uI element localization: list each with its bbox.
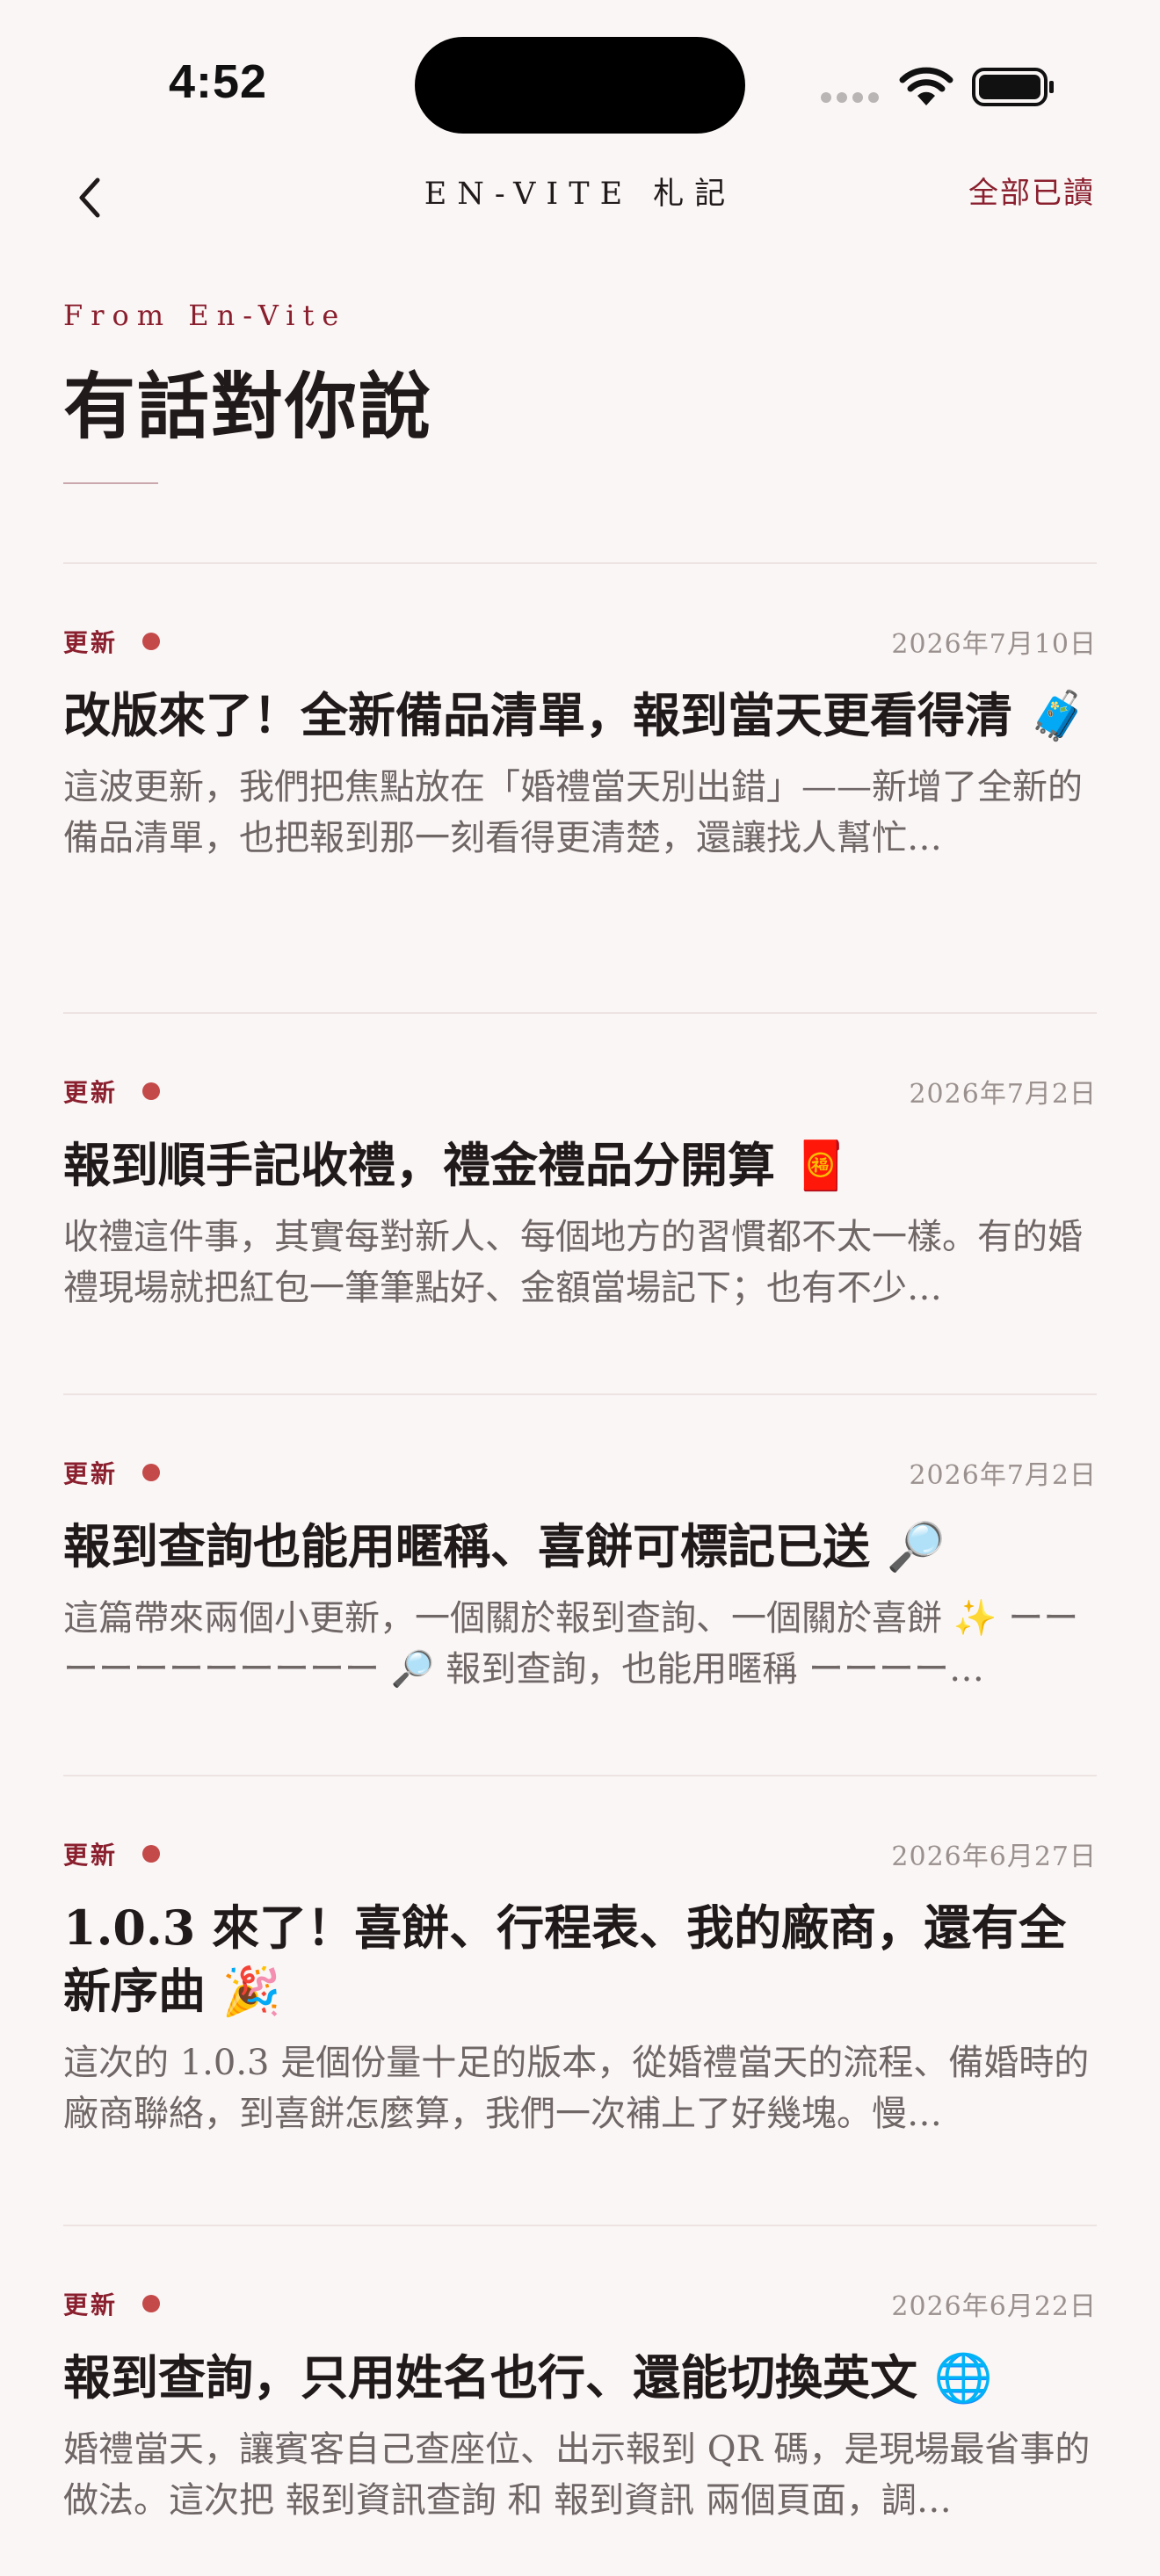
item-title: 報到順手記收禮，禮金禮品分開算 🧧	[63, 1133, 1097, 1198]
item-date: 2026年7月2日	[909, 1460, 1097, 1491]
unread-dot	[142, 1464, 161, 1481]
navigation-bar: EN-VITE 札記 全部已讀	[0, 158, 1160, 255]
category-tag: 更新	[63, 628, 119, 657]
item-date: 2026年7月10日	[891, 629, 1097, 660]
item-title: 報到查詢也能用暱稱、喜餅可標記已送 🔎	[63, 1515, 1097, 1579]
page-title: 有話對你說	[63, 365, 433, 449]
list-item[interactable]: 更新 2026年6月22日 報到查詢，只用姓名也行、還能切換英文 🌐 婚禮當天，…	[63, 2225, 1097, 2576]
item-date: 2026年6月22日	[891, 2291, 1097, 2322]
item-excerpt: 這次的 1.0.3 是個份量十足的版本，從婚禮當天的流程、備婚時的廠商聯絡，到喜…	[63, 2043, 1090, 2134]
item-title-text: 報到查詢也能用暱稱、喜餅可標記已送	[63, 1518, 870, 1574]
item-excerpt: 這篇帶來兩個小更新，一個關於報到查詢、一個關於喜餅 ✨ ーーーーーーーーーーー …	[63, 1598, 1079, 1690]
title-divider	[63, 482, 158, 484]
status-bar: 4:52	[0, 0, 1160, 158]
list-item[interactable]: 更新 2026年7月2日 報到順手記收禮，禮金禮品分開算 🧧 收禮這件事，其實每…	[63, 1012, 1097, 1393]
item-title: 報到查詢，只用姓名也行、還能切換英文 🌐	[63, 2346, 1097, 2410]
cellular-signal-icon	[821, 90, 884, 106]
category-tag: 更新	[63, 1459, 119, 1488]
item-date: 2026年6月27日	[891, 1842, 1097, 1872]
item-excerpt: 婚禮當天，讓賓客自己查座位、出示報到 QR 碼，是現場最省事的做法。這次把 報到…	[63, 2429, 1091, 2521]
magnifier-icon: 🔎	[886, 1519, 946, 1574]
item-excerpt: 這波更新，我們把焦點放在「婚禮當天別出錯」——新增了全新的備品清單，也把報到那一…	[63, 767, 1083, 858]
item-title-text: 報到查詢，只用姓名也行、還能切換英文	[63, 2349, 917, 2406]
unread-dot	[142, 1082, 161, 1100]
list-item[interactable]: 更新 2026年7月10日 改版來了！全新備品清單，報到當天更看得清 🧳 這波更…	[63, 562, 1097, 1012]
list-item[interactable]: 更新 2026年6月27日 1.0.3 來了！喜餅、行程表、我的廠商，還有全新序…	[63, 1775, 1097, 2225]
category-tag: 更新	[63, 1841, 119, 1870]
item-title-text: 改版來了！全新備品清單，報到當天更看得清	[63, 687, 1012, 743]
red-envelope-icon: 🧧	[791, 1138, 852, 1193]
globe-icon: 🌐	[933, 2350, 994, 2406]
item-excerpt: 收禮這件事，其實每對新人、每個地方的習慣都不太一樣。有的婚禮現場就把紅包一筆筆點…	[63, 1217, 1083, 1308]
category-tag: 更新	[63, 2290, 119, 2319]
item-title-text: 1.0.3 來了！喜餅、行程表、我的廠商，還有全新序曲	[63, 1899, 1067, 2019]
party-popper-icon: 🎉	[221, 1964, 282, 2019]
category-tag: 更新	[63, 1078, 119, 1107]
item-title-text: 報到順手記收禮，禮金禮品分開算	[63, 1137, 775, 1193]
item-title: 1.0.3 來了！喜餅、行程表、我的廠商，還有全新序曲 🎉	[63, 1896, 1097, 2023]
dynamic-island	[415, 37, 745, 134]
page-header: From En-Vite 有話對你說	[63, 299, 1097, 484]
message-list: 更新 2026年7月10日 改版來了！全新備品清單，報到當天更看得清 🧳 這波更…	[63, 562, 1097, 2576]
battery-icon	[972, 68, 1054, 106]
unread-dot	[142, 2295, 161, 2312]
wifi-icon	[899, 67, 953, 105]
item-title: 改版來了！全新備品清單，報到當天更看得清 🧳	[63, 684, 1097, 748]
unread-dot	[142, 1845, 161, 1863]
list-item[interactable]: 更新 2026年7月2日 報到查詢也能用暱稱、喜餅可標記已送 🔎 這篇帶來兩個小…	[63, 1393, 1097, 1775]
mark-all-read-button[interactable]: 全部已讀	[968, 169, 1095, 212]
status-time: 4:52	[169, 55, 268, 108]
eyebrow-label: From En-Vite	[63, 299, 347, 332]
unread-dot	[142, 633, 161, 650]
luggage-icon: 🧳	[1028, 688, 1089, 743]
item-date: 2026年7月2日	[909, 1079, 1097, 1110]
